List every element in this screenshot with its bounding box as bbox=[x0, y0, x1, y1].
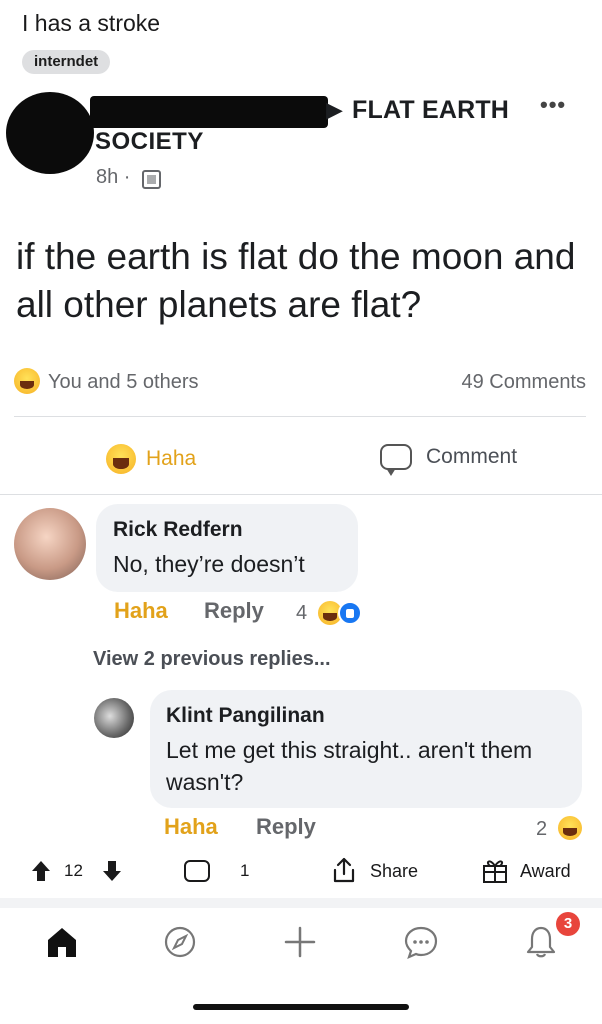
haha-action: Haha bbox=[106, 444, 196, 474]
post-body: if the earth is flat do the moon and all… bbox=[16, 236, 576, 325]
reaction-count: 4 bbox=[296, 602, 308, 624]
haha-label: Haha bbox=[146, 447, 197, 470]
haha-emoji-icon bbox=[558, 816, 582, 840]
notifications-icon[interactable] bbox=[523, 924, 559, 960]
post-action-bar: 12 1 Share Award bbox=[0, 852, 602, 892]
comments-count: 49 Comments bbox=[461, 371, 587, 393]
group-name-continued: SOCIETY bbox=[95, 128, 204, 155]
reaction-text: You and 5 others bbox=[48, 371, 199, 393]
comment-text: No, they’re doesn’t bbox=[113, 551, 305, 577]
comment-reply: Reply bbox=[256, 814, 316, 839]
post-image[interactable]: ▶ FLAT EARTH SOCIETY ••• 8h · if the ear… bbox=[0, 88, 602, 844]
view-previous-replies: View 2 previous replies... bbox=[93, 648, 331, 670]
home-indicator bbox=[193, 1004, 409, 1010]
haha-emoji-icon bbox=[106, 444, 136, 474]
home-icon[interactable] bbox=[44, 924, 80, 960]
downvote-icon[interactable] bbox=[102, 860, 122, 882]
comment-author: Rick Redfern bbox=[113, 518, 243, 541]
explore-icon[interactable] bbox=[162, 924, 198, 960]
arrow-right-icon: ▶ bbox=[326, 97, 343, 122]
comment-bubble: Klint Pangilinan Let me get this straigh… bbox=[150, 690, 582, 808]
comment-haha: Haha bbox=[114, 598, 168, 623]
privacy-icon bbox=[142, 170, 161, 189]
comment-label: Comment bbox=[426, 445, 518, 468]
divider bbox=[0, 494, 602, 495]
share-button[interactable]: Share bbox=[370, 861, 418, 882]
share-icon[interactable] bbox=[330, 856, 358, 884]
upvote-icon[interactable] bbox=[31, 860, 51, 882]
divider bbox=[0, 898, 602, 908]
haha-emoji-icon bbox=[14, 368, 40, 394]
reaction-summary: You and 5 others 49 Comments bbox=[14, 368, 586, 396]
comment-bubble: Rick Redfern No, they’re doesn’t bbox=[96, 504, 358, 592]
add-icon[interactable] bbox=[282, 924, 318, 960]
vote-score: 12 bbox=[64, 861, 83, 880]
divider bbox=[14, 416, 586, 417]
post-time: 8h · bbox=[96, 166, 131, 188]
avatar bbox=[94, 698, 134, 738]
award-icon[interactable] bbox=[482, 856, 508, 884]
comment-bubble-icon bbox=[380, 444, 412, 476]
like-icon bbox=[338, 601, 362, 625]
comment-count: 1 bbox=[240, 861, 250, 880]
award-button[interactable]: Award bbox=[520, 861, 571, 882]
post-title: I has a stroke bbox=[22, 10, 161, 36]
comment-author: Klint Pangilinan bbox=[166, 704, 325, 727]
redacted-avatar bbox=[6, 92, 94, 174]
redacted-name bbox=[90, 96, 328, 128]
notification-badge: 3 bbox=[556, 912, 580, 936]
group-name: FLAT EARTH bbox=[352, 96, 510, 124]
comment-icon[interactable] bbox=[184, 860, 210, 882]
flair-badge[interactable]: interndet bbox=[22, 50, 111, 74]
chat-icon[interactable] bbox=[403, 924, 439, 960]
avatar bbox=[14, 508, 86, 580]
more-options-icon: ••• bbox=[540, 92, 567, 117]
comment-reply: Reply bbox=[204, 598, 264, 623]
comment-haha: Haha bbox=[164, 814, 218, 839]
reaction-count: 2 bbox=[536, 818, 548, 840]
comment-text: Let me get this straight.. aren't them w… bbox=[166, 737, 533, 795]
